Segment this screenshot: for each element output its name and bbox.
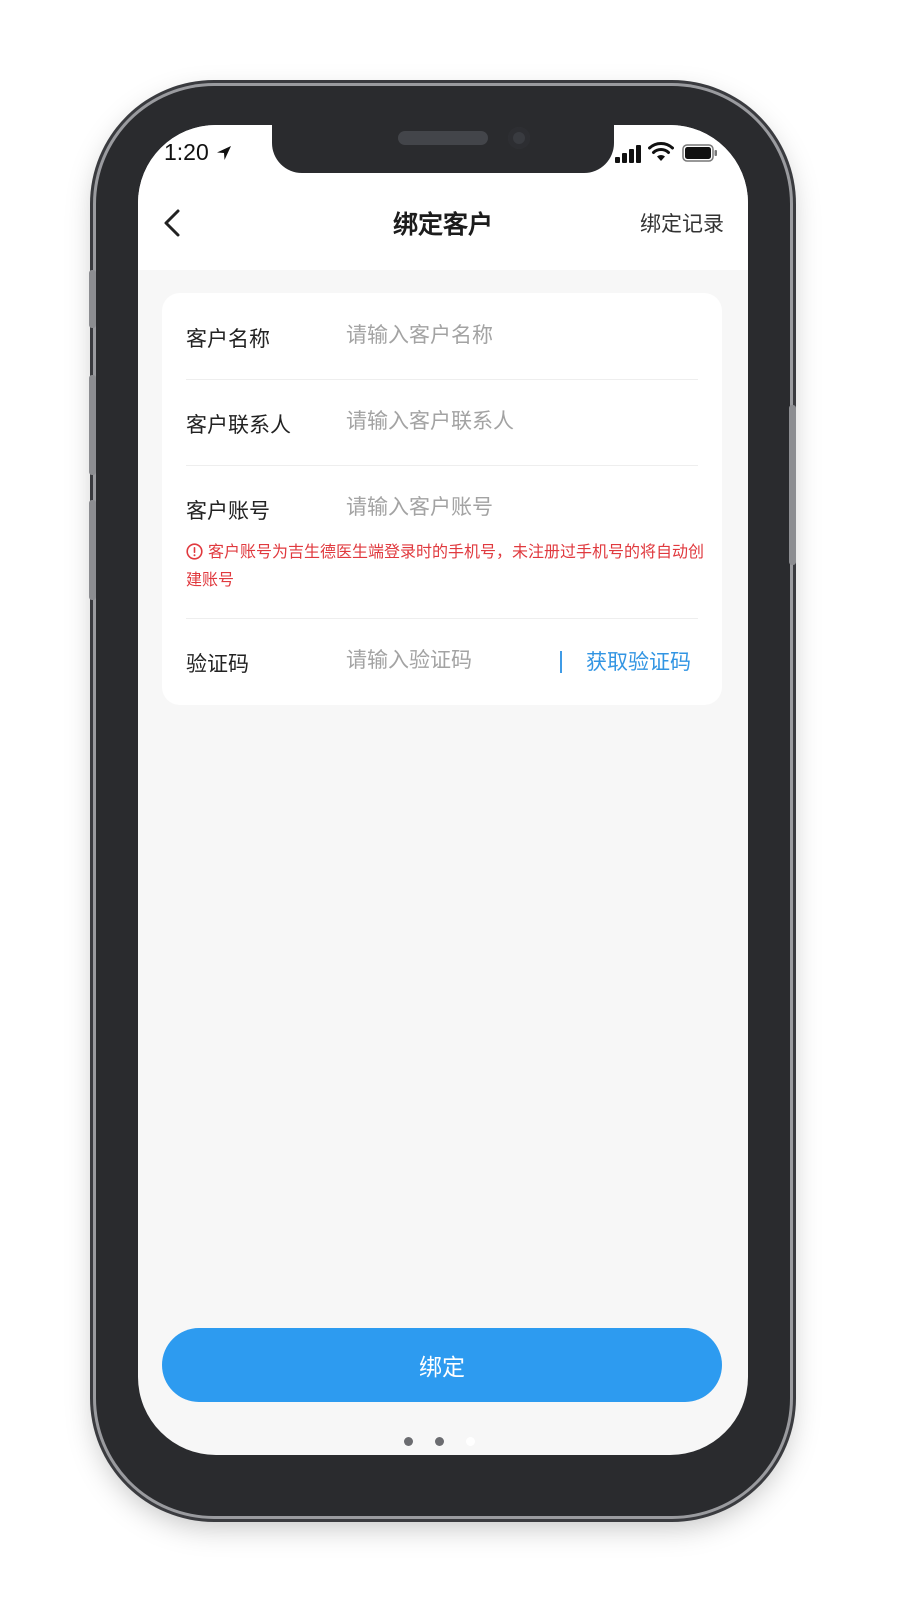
binding-records-link[interactable]: 绑定记录	[640, 208, 724, 238]
phone-screen: 1:20 绑定客户 绑定记录 客户名称 客户联系人	[138, 125, 748, 1455]
volume-up-button	[89, 375, 96, 475]
status-time: 1:20	[164, 139, 209, 165]
page-indicator	[404, 1437, 484, 1449]
bind-button[interactable]: 绑定	[162, 1328, 722, 1402]
signal-icon	[615, 145, 641, 163]
verification-code-input[interactable]	[346, 644, 546, 676]
customer-contact-input[interactable]	[346, 405, 646, 437]
battery-icon	[682, 144, 717, 162]
location-arrow-icon	[217, 146, 231, 160]
wifi-icon	[648, 142, 674, 161]
divider	[186, 465, 698, 466]
volume-down-button	[89, 500, 96, 600]
customer-contact-label: 客户联系人	[186, 413, 291, 437]
customer-account-input[interactable]	[346, 491, 646, 523]
front-camera	[508, 127, 530, 149]
speaker	[398, 131, 488, 145]
page-dot-active	[466, 1437, 475, 1446]
mute-switch	[89, 270, 96, 328]
customer-account-label: 客户账号	[186, 499, 270, 523]
divider	[186, 618, 698, 619]
customer-name-input[interactable]	[346, 319, 646, 351]
bind-customer-form: 客户名称 客户联系人 客户账号 客户账号为吉生德医生端登录时的手机号，未注册过手…	[162, 293, 722, 705]
notch	[272, 125, 614, 173]
code-separator	[560, 651, 562, 673]
customer-name-label: 客户名称	[186, 327, 270, 351]
account-hint-text: 客户账号为吉生德医生端登录时的手机号，未注册过手机号的将自动创建账号	[186, 542, 705, 589]
account-hint: 客户账号为吉生德医生端登录时的手机号，未注册过手机号的将自动创建账号	[186, 538, 706, 594]
get-code-button[interactable]: 获取验证码	[586, 646, 691, 676]
power-button	[789, 405, 796, 565]
verification-code-label: 验证码	[186, 652, 249, 676]
divider	[186, 379, 698, 380]
page-dot	[404, 1437, 413, 1446]
warning-circle-icon	[186, 543, 203, 560]
page-dot	[435, 1437, 444, 1446]
